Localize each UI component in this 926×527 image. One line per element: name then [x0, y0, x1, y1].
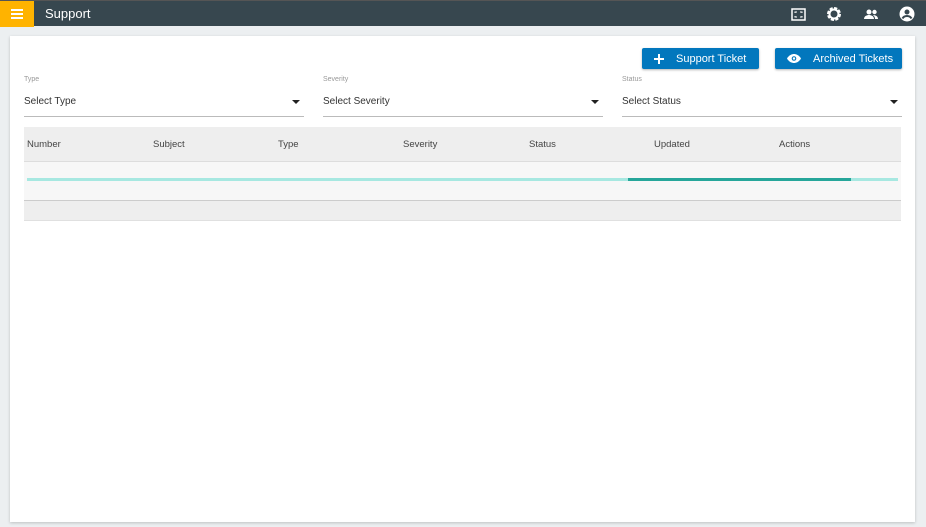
type-label: Type: [24, 76, 40, 83]
severity-select[interactable]: Severity Select Severity: [323, 76, 603, 117]
column-updated[interactable]: Updated: [654, 139, 690, 150]
column-severity[interactable]: Severity: [403, 139, 437, 150]
menu-button[interactable]: [0, 1, 34, 27]
support-ticket-label: Support Ticket: [676, 52, 747, 65]
account-button[interactable]: [899, 6, 915, 22]
users-button[interactable]: [863, 6, 879, 22]
severity-value: Select Severity: [323, 96, 390, 107]
dropdown-arrow-icon: [591, 100, 599, 104]
support-card: Support Ticket Archived Tickets Type Sel…: [10, 36, 915, 522]
severity-label: Severity: [323, 76, 349, 83]
status-value: Select Status: [622, 96, 681, 107]
type-select[interactable]: Type Select Type: [24, 76, 304, 117]
menu-icon: [11, 9, 23, 19]
page-title: Support: [45, 6, 91, 21]
fullscreen-button[interactable]: [790, 6, 806, 22]
dropdown-arrow-icon: [292, 100, 300, 104]
eye-icon: [787, 54, 801, 63]
status-label: Status: [622, 76, 642, 83]
fullscreen-icon: [790, 7, 806, 21]
loading-progress-bar: [27, 178, 898, 181]
archived-tickets-button[interactable]: Archived Tickets: [775, 48, 902, 69]
type-value: Select Type: [24, 96, 77, 107]
column-type[interactable]: Type: [278, 139, 299, 150]
progress-indicator: [628, 178, 851, 181]
status-select[interactable]: Status Select Status: [622, 76, 902, 117]
column-actions: Actions: [779, 139, 811, 150]
settings-icon: [827, 7, 841, 21]
loading-row: [24, 162, 901, 201]
column-number[interactable]: Number: [27, 139, 61, 150]
account-icon: [899, 6, 915, 22]
column-status[interactable]: Status: [529, 139, 556, 150]
archived-tickets-label: Archived Tickets: [813, 52, 894, 65]
support-ticket-button[interactable]: Support Ticket: [642, 48, 759, 69]
settings-button[interactable]: [826, 6, 842, 22]
column-subject[interactable]: Subject: [153, 139, 185, 150]
top-bar: Support: [0, 0, 926, 27]
plus-icon: [654, 53, 664, 64]
table-footer: [24, 201, 901, 221]
dropdown-arrow-icon: [890, 100, 898, 104]
table-header: Number Subject Type Severity Status Upda…: [24, 127, 901, 162]
users-icon: [863, 9, 878, 19]
